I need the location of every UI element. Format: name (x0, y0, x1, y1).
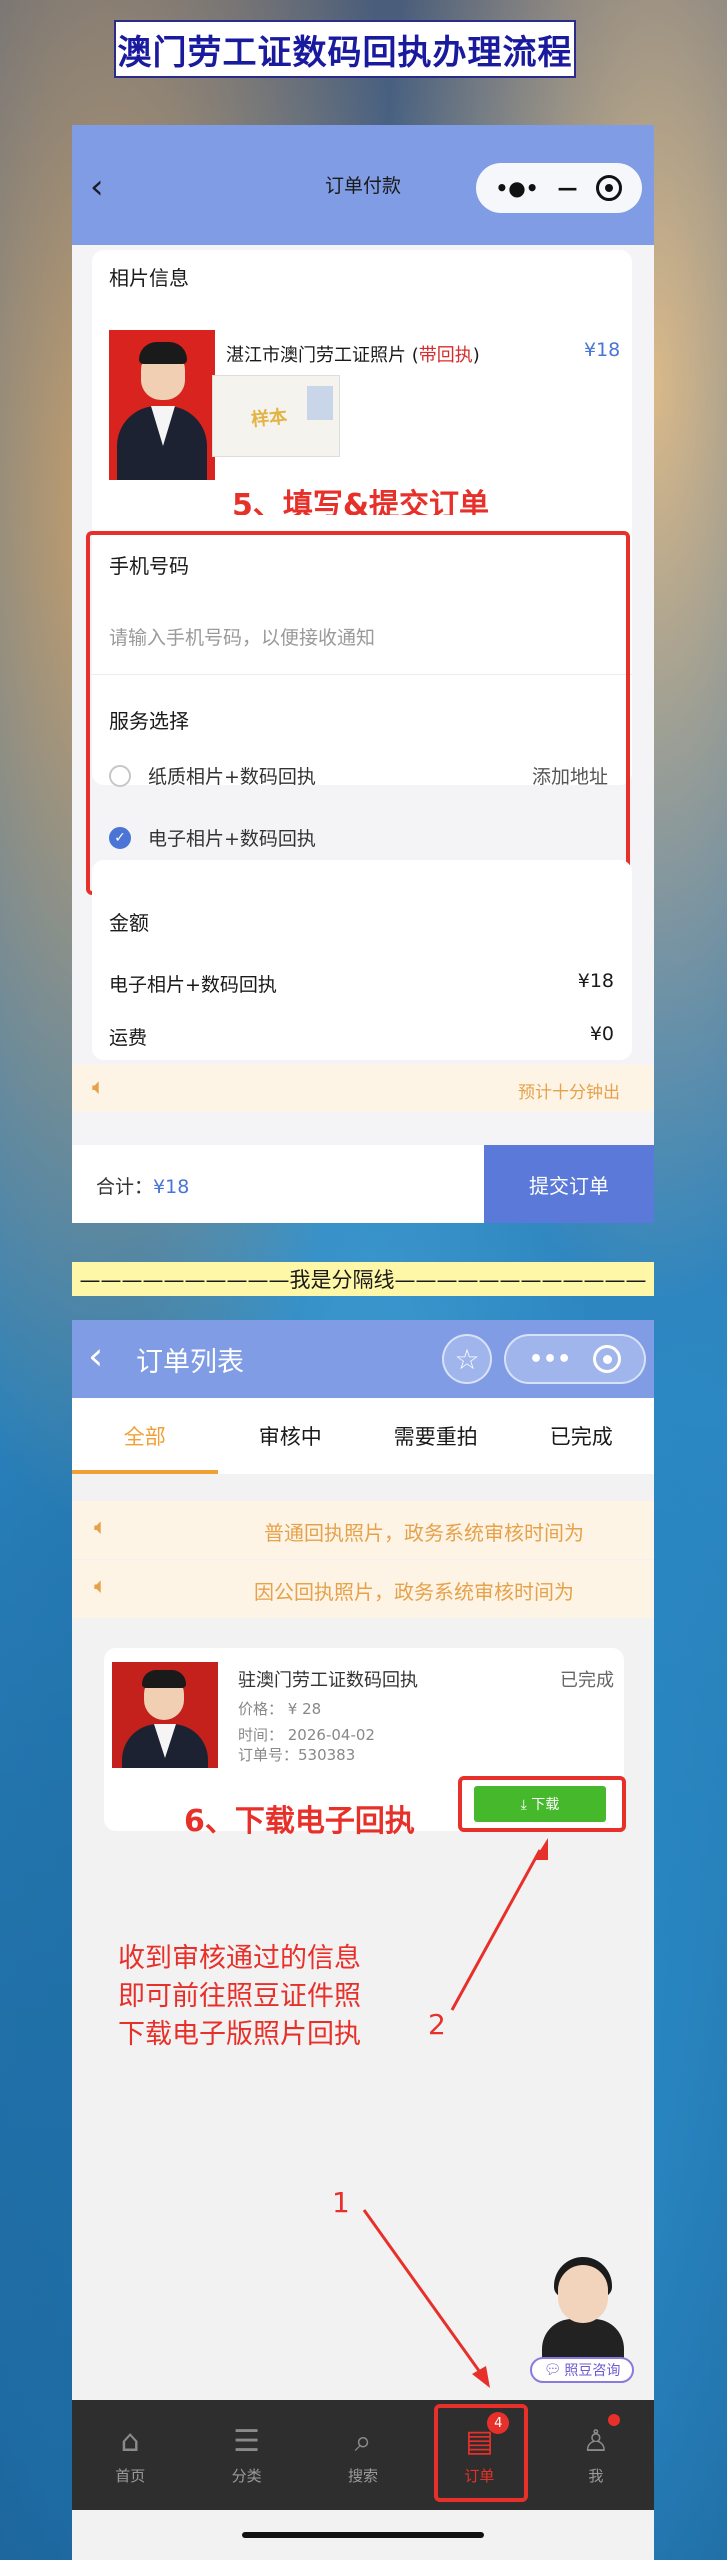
page-title-banner: 澳门劳工证数码回执办理流程 (114, 20, 576, 78)
search-icon: ⌕ (354, 2423, 372, 2459)
photo-info-label: 相片信息 (109, 266, 189, 290)
total-amount: 合计：¥18 (96, 1176, 190, 1198)
orders-highlight-box (434, 2404, 528, 2502)
arrow-label-2: 2 (428, 2008, 446, 2041)
id-photo-thumbnail (109, 330, 215, 480)
speaker-icon: 🔈︎ (92, 1075, 106, 1100)
sample-watermark: 样本 (250, 406, 289, 431)
separator-banner: ——————————我是分隔线———————————— (72, 1262, 654, 1296)
product-price: ¥18 (584, 339, 621, 361)
chat-bubble-icon: 💬︎ (543, 2362, 562, 2378)
shipping-value: ¥0 (589, 1023, 614, 1045)
submit-order-button[interactable]: 提交订单 (484, 1145, 654, 1223)
tabbar-home[interactable]: ⌂ 首页 (72, 2400, 188, 2510)
user-icon: ♙ (582, 2423, 610, 2459)
consult-label[interactable]: 💬︎ 照豆咨询 (530, 2357, 634, 2383)
receipt-sample-thumbnail: 样本 (212, 375, 340, 457)
step5-highlight-box (86, 531, 630, 895)
order-payment-screen: ‹ 订单付款 •●• — 相片信息 湛江市澳门劳工证照片 (带回执) ¥18 样… (72, 125, 654, 1223)
tabbar-me[interactable]: ♙ 我 (538, 2400, 654, 2510)
tabbar-category[interactable]: ☰ 分类 (188, 2400, 304, 2510)
amount-label: 金额 (109, 911, 149, 935)
amount-row-value: ¥18 (577, 970, 614, 992)
minimize-icon[interactable]: — (558, 176, 578, 200)
arrow-label-1: 1 (332, 2186, 350, 2219)
amount-row-label: 电子相片+数码回执 (109, 974, 277, 996)
order-list-screen: ‹ 订单列表 ☆ ••• 全部 审核中 需要重拍 已完成 🔈︎ 普通回执照片，政… (72, 1320, 654, 2560)
close-target-icon[interactable] (596, 175, 623, 201)
product-name: 湛江市澳门劳工证照片 (带回执) (226, 345, 480, 366)
mini-program-capsule: •●• — (476, 163, 642, 213)
more-dots-icon[interactable]: •●• (495, 176, 538, 200)
notification-dot (607, 2414, 620, 2426)
category-icon: ☰ (233, 2423, 261, 2459)
consult-widget[interactable]: 💬︎ 照豆咨询 (528, 2255, 640, 2385)
bottom-tab-bar: ⌂ 首页 ☰ 分类 ⌕ 搜索 ▤ 订单 4 ♙ 我 (72, 2400, 654, 2510)
tabbar-search[interactable]: ⌕ 搜索 (305, 2400, 421, 2510)
nav-header: ‹ 订单付款 •●• — (72, 125, 654, 245)
home-icon: ⌂ (120, 2423, 140, 2459)
home-indicator (242, 2532, 484, 2538)
shipping-label: 运费 (109, 1027, 148, 1049)
notice-text: 预计十分钟出 (518, 1083, 620, 1103)
